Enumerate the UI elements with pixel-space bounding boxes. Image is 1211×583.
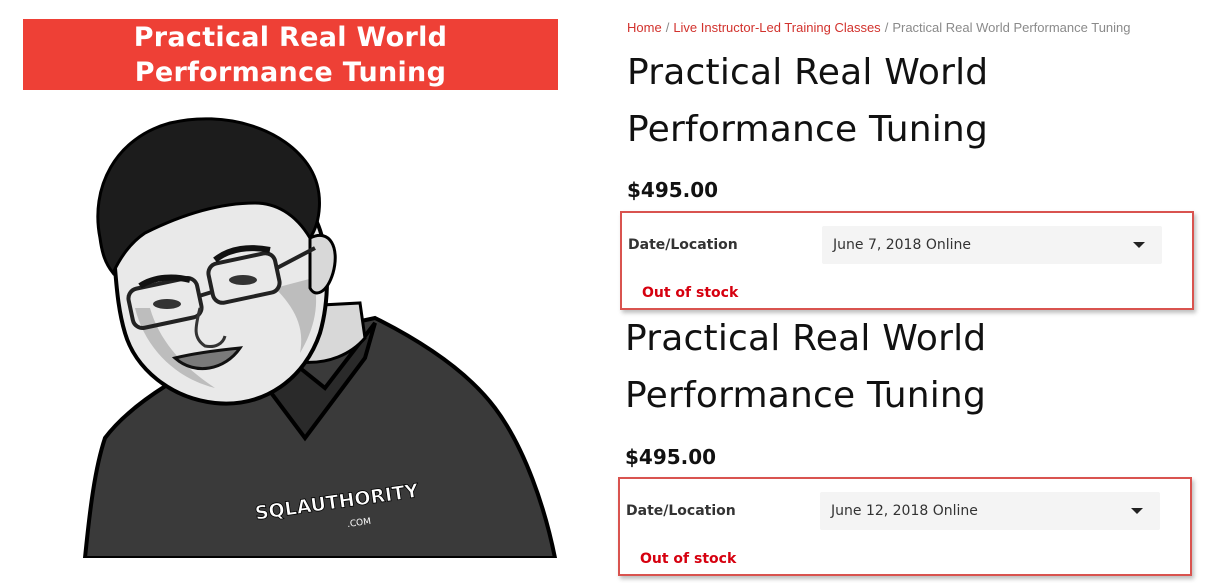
breadcrumb-current: Practical Real World Performance Tuning — [892, 20, 1131, 35]
stock-status: Out of stock — [640, 551, 737, 567]
date-location-select[interactable]: June 7, 2018 Online — [822, 226, 1162, 264]
banner-line-2: Performance Tuning — [134, 56, 447, 88]
selected-date-option: June 7, 2018 Online — [833, 237, 971, 253]
breadcrumb-category-link[interactable]: Live Instructor-Led Training Classes — [673, 20, 880, 35]
instructor-illustration: SQLAUTHORITY .COM — [75, 108, 560, 558]
product-title-line-1: Practical Real World — [625, 318, 987, 359]
breadcrumb-home-link[interactable]: Home — [627, 20, 662, 35]
product-title-line-1: Practical Real World — [627, 52, 989, 93]
product-price: $495.00 — [627, 178, 719, 202]
date-location-label: Date/Location — [628, 237, 738, 253]
date-location-select[interactable]: June 12, 2018 Online — [820, 492, 1160, 530]
selected-date-option: June 12, 2018 Online — [831, 503, 978, 519]
product-title-line-2: Performance Tuning — [627, 109, 988, 150]
product-price: $495.00 — [625, 445, 717, 469]
variation-box: Date/Location June 7, 2018 Online Out of… — [620, 211, 1194, 310]
date-location-label: Date/Location — [626, 503, 736, 519]
breadcrumb-separator: / — [665, 20, 670, 35]
stock-status: Out of stock — [642, 285, 739, 301]
breadcrumb: Home / Live Instructor-Led Training Classe… — [627, 20, 1131, 35]
variation-box: Date/Location June 12, 2018 Online Out o… — [618, 477, 1192, 576]
product-title: Practical Real World Performance Tuning — [625, 310, 986, 424]
banner-line-1: Practical Real World — [133, 21, 448, 53]
caret-down-icon — [1131, 508, 1143, 514]
course-banner: Practical Real World Performance Tuning — [23, 19, 558, 90]
product-title: Practical Real World Performance Tuning — [627, 44, 988, 158]
product-title-line-2: Performance Tuning — [625, 375, 986, 416]
breadcrumb-separator: / — [884, 20, 889, 35]
caret-down-icon — [1133, 242, 1145, 248]
